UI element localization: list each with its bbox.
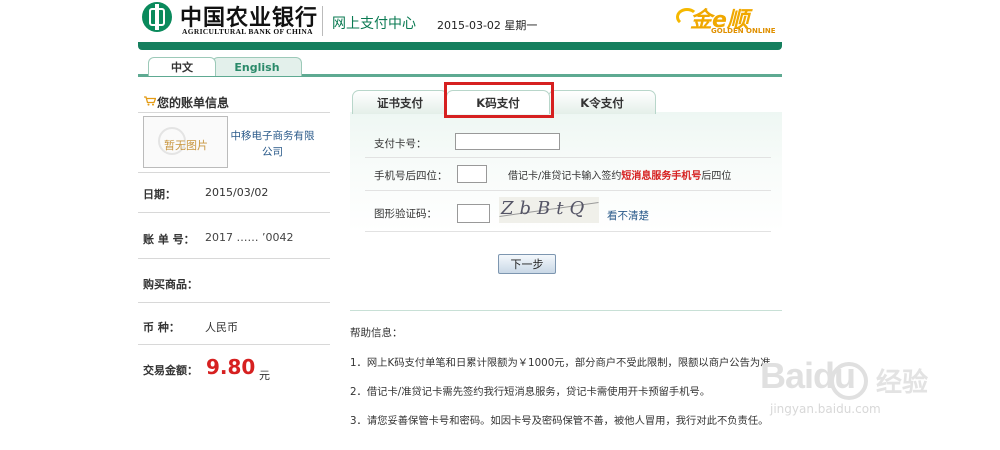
phone-last4-label: 手机号后四位： [374,170,448,182]
abc-logo-icon [142,2,172,32]
tab-k-token-payment[interactable]: K令支付 [548,90,656,114]
divider [365,231,771,232]
bill-info-title: 您的账单信息 [157,96,230,110]
divider [138,112,330,113]
date-value: 2015/03/02 [205,186,269,199]
captcha-label: 图形验证码： [374,208,437,220]
card-number-input[interactable] [455,133,560,150]
cart-icon [144,96,156,106]
merchant-image: 暂无图片 [143,116,228,168]
captcha-image[interactable]: ZbBtQ [499,197,599,223]
divider [138,302,330,303]
amount-value: 9.80 [206,355,256,379]
divider [138,212,330,213]
merchant-image-placeholder: 暂无图片 [164,139,208,152]
header-date: 2015-03-02 星期一 [437,19,538,32]
watermark-paw-icon [830,362,868,400]
phone-hint: 借记卡/准贷记卡输入签约短消息服务手机号后四位 [508,167,731,182]
tab-highlight-box [444,82,554,118]
watermark-url: jingyan.baidu.com [770,402,881,416]
currency-value: 人民币 [205,321,238,334]
tab-chinese[interactable]: 中文 [148,57,216,76]
watermark-logo-cn: 经验 [876,368,929,398]
help-divider [350,310,782,311]
divider [138,172,330,173]
captcha-input[interactable] [457,204,490,223]
tab-certificate-payment[interactable]: 证书支付 [352,90,448,114]
help-item: 1．网上K码支付单笔和日累计限额为￥1000元，部分商户不受此限制，限额以商户公… [350,357,781,369]
help-item: 2．借记卡/准贷记卡需先签约我行短消息服务，贷记卡需使用开卡预留手机号。 [350,386,711,398]
divider [365,190,771,191]
currency-label: 币 种： [143,321,180,334]
amount-label: 交易金额： [143,364,198,377]
merchant-name: 中移电子商务有限公司 [230,130,315,158]
bill-no-value: 2017 …… ’0042 [205,231,294,244]
date-label: 日期： [143,188,176,201]
amount-unit: 元 [259,369,270,382]
site-title: 网上支付中心 [332,16,416,32]
golden-online-logo-en: GOLDEN ONLINE [711,27,776,35]
goods-label: 购买商品： [143,278,198,291]
phone-hint-highlight: 短消息服务手机号 [621,171,702,182]
captcha-refresh-link[interactable]: 看不清楚 [607,208,649,223]
header-divider [322,6,323,36]
bank-name-en: AGRICULTURAL BANK OF CHINA [182,27,313,36]
card-number-label: 支付卡号： [374,138,427,150]
divider [138,344,330,345]
tab-english[interactable]: English [212,57,302,76]
help-title: 帮助信息： [350,327,403,339]
next-step-button[interactable]: 下一步 [498,254,556,274]
phone-hint-prefix: 借记卡/准贷记卡输入签约 [508,171,622,182]
header-bar [138,42,782,50]
divider [365,157,771,158]
divider [138,258,330,259]
phone-hint-suffix: 后四位 [701,171,732,182]
phone-last4-input[interactable] [457,165,487,183]
bill-no-label: 账 单 号： [143,233,195,246]
captcha-text: ZbBtQ [501,198,591,219]
help-item: 3．请您妥善保管卡号和密码。如因卡号及密码保管不善，被他人冒用，我行对此不负责任… [350,415,769,427]
